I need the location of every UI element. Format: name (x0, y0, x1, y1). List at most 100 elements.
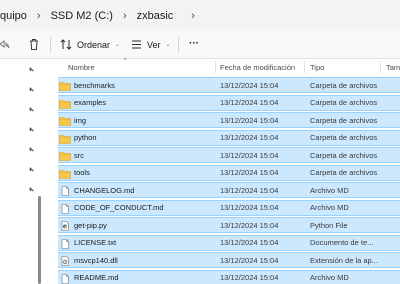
document-icon (59, 273, 71, 284)
document-icon (59, 203, 71, 214)
pin-icon[interactable] (27, 166, 35, 174)
file-date: 13/12/2024 15:04 (220, 80, 279, 90)
file-date: 13/12/2024 15:04 (220, 133, 279, 142)
file-name: msvcp140.dll (74, 255, 118, 265)
chevron-down-icon: ⌄ (115, 42, 121, 48)
column-type-header[interactable]: Tipo (310, 63, 324, 72)
file-row[interactable]: tools 13/12/2024 15:04 Carpeta de archivos (58, 164, 400, 181)
sort-label: Ordenar (77, 39, 111, 50)
sort-ascending-icon: ^ (124, 58, 127, 64)
file-date: 13/12/2024 15:04 (220, 185, 279, 195)
folder-icon (59, 134, 71, 144)
chevron-right-icon[interactable]: › (191, 10, 195, 22)
file-type: Carpeta de archivos (310, 150, 378, 160)
file-type: Carpeta de archivos (310, 168, 378, 177)
file-name: examples (74, 98, 107, 107)
pin-icon[interactable] (27, 106, 35, 114)
breadcrumb-equipo[interactable]: quipo (0, 10, 27, 22)
file-row[interactable]: src 13/12/2024 15:04 Carpeta de archivos (58, 147, 400, 163)
file-row[interactable]: README.md 13/12/2024 15:04 Archivo MD (58, 269, 400, 284)
python-file-icon (59, 221, 71, 231)
file-row[interactable]: examples 13/12/2024 15:04 Carpeta de archi… (58, 94, 400, 111)
file-name: README.md (74, 273, 119, 282)
breadcrumb-folder[interactable]: zxbasic (137, 10, 174, 22)
file-date: 13/12/2024 15:04 (220, 150, 279, 160)
column-date-header[interactable]: Fecha de modificación (220, 63, 295, 72)
pin-icon[interactable] (27, 66, 35, 74)
file-row[interactable]: benchmarks 13/12/2024 15:04 Carpeta de arc… (58, 77, 400, 93)
chevron-right-icon[interactable]: › (37, 10, 41, 22)
dll-file-icon (59, 256, 71, 266)
file-name: python (74, 133, 97, 142)
file-name: src (74, 150, 84, 160)
file-name: img (74, 115, 87, 125)
file-row[interactable]: CHANGELOG.md 13/12/2024 15:04 Archivo MD (58, 182, 400, 198)
file-row[interactable]: msvcp140.dll 13/12/2024 15:04 Extensión de… (58, 252, 400, 268)
view-icon (131, 39, 142, 50)
file-row[interactable]: get-pip.py 13/12/2024 15:04 Python File (58, 217, 400, 233)
file-date: 13/12/2024 15:04 (220, 168, 279, 177)
file-type: Carpeta de archivos (310, 80, 378, 90)
file-date: 13/12/2024 15:04 (220, 238, 279, 247)
column-separator[interactable] (304, 61, 305, 73)
file-date: 13/12/2024 15:04 (220, 98, 279, 107)
share-icon[interactable] (0, 38, 10, 50)
file-name: get-pip.py (74, 220, 107, 230)
file-type: Extensión de la ap... (310, 255, 378, 265)
folder-icon (59, 169, 71, 179)
toolbar-divider (178, 37, 179, 53)
folder-icon (59, 99, 71, 109)
pin-icon[interactable] (27, 126, 35, 134)
file-list: ^ Nombre Fecha de modificación Tipo Tama… (44, 58, 400, 284)
file-type: Carpeta de archivos (310, 98, 378, 107)
file-type: Documento de te... (310, 238, 374, 247)
address-bar[interactable]: quipo › SSD M2 (C:) › zxbasic › (0, 0, 400, 31)
column-size-header[interactable]: Tama (386, 63, 400, 72)
file-type: Carpeta de archivos (310, 133, 378, 142)
command-bar: Ordenar ⌄ Ver ⌄ ··· (0, 31, 400, 59)
file-date: 13/12/2024 15:04 (220, 203, 279, 212)
chevron-down-icon: ⌄ (165, 42, 171, 48)
folder-icon (59, 151, 71, 161)
file-date: 13/12/2024 15:04 (220, 115, 279, 125)
file-row[interactable]: python 13/12/2024 15:04 Carpeta de archivo… (58, 129, 400, 146)
file-type: Archivo MD (310, 185, 349, 195)
sort-icon (60, 39, 72, 50)
view-button[interactable]: Ver ⌄ (131, 39, 171, 50)
view-label: Ver (147, 39, 161, 50)
file-type: Archivo MD (310, 273, 349, 282)
breadcrumb-drive[interactable]: SSD M2 (C:) (51, 10, 113, 22)
column-separator[interactable] (380, 61, 381, 73)
nav-scrollbar[interactable] (38, 196, 41, 284)
file-row[interactable]: CODE_OF_CONDUCT.md 13/12/2024 15:04 Archiv… (58, 199, 400, 216)
file-name: CODE_OF_CONDUCT.md (74, 203, 164, 212)
pin-icon[interactable] (27, 186, 35, 194)
file-name: LICENSE.txt (74, 238, 117, 247)
column-separator[interactable] (215, 61, 216, 73)
toolbar-divider (50, 37, 51, 53)
delete-icon[interactable] (28, 38, 40, 51)
file-row[interactable]: img 13/12/2024 15:04 Carpeta de archivos (58, 112, 400, 128)
folder-icon (59, 81, 71, 91)
document-icon (59, 186, 71, 196)
file-date: 13/12/2024 15:04 (220, 255, 279, 265)
file-name: CHANGELOG.md (74, 185, 135, 195)
navigation-pane (0, 59, 42, 284)
pin-icon[interactable] (27, 146, 35, 154)
column-header-row: ^ Nombre Fecha de modificación Tipo Tama (44, 58, 400, 75)
folder-icon (59, 116, 71, 126)
file-date: 13/12/2024 15:04 (220, 273, 279, 282)
chevron-right-icon[interactable]: › (123, 10, 127, 22)
file-type: Archivo MD (310, 203, 349, 212)
file-name: benchmarks (74, 80, 115, 90)
more-options-button[interactable]: ··· (189, 38, 199, 49)
sort-button[interactable]: Ordenar ⌄ (60, 39, 120, 50)
file-row[interactable]: LICENSE.txt 13/12/2024 15:04 Documento de … (58, 234, 400, 251)
file-type: Python File (310, 220, 348, 230)
file-name: tools (74, 168, 90, 177)
document-icon (59, 238, 71, 249)
file-type: Carpeta de archivos (310, 115, 378, 125)
column-name-header[interactable]: Nombre (68, 63, 95, 72)
file-date: 13/12/2024 15:04 (220, 220, 279, 230)
pin-icon[interactable] (27, 86, 35, 94)
